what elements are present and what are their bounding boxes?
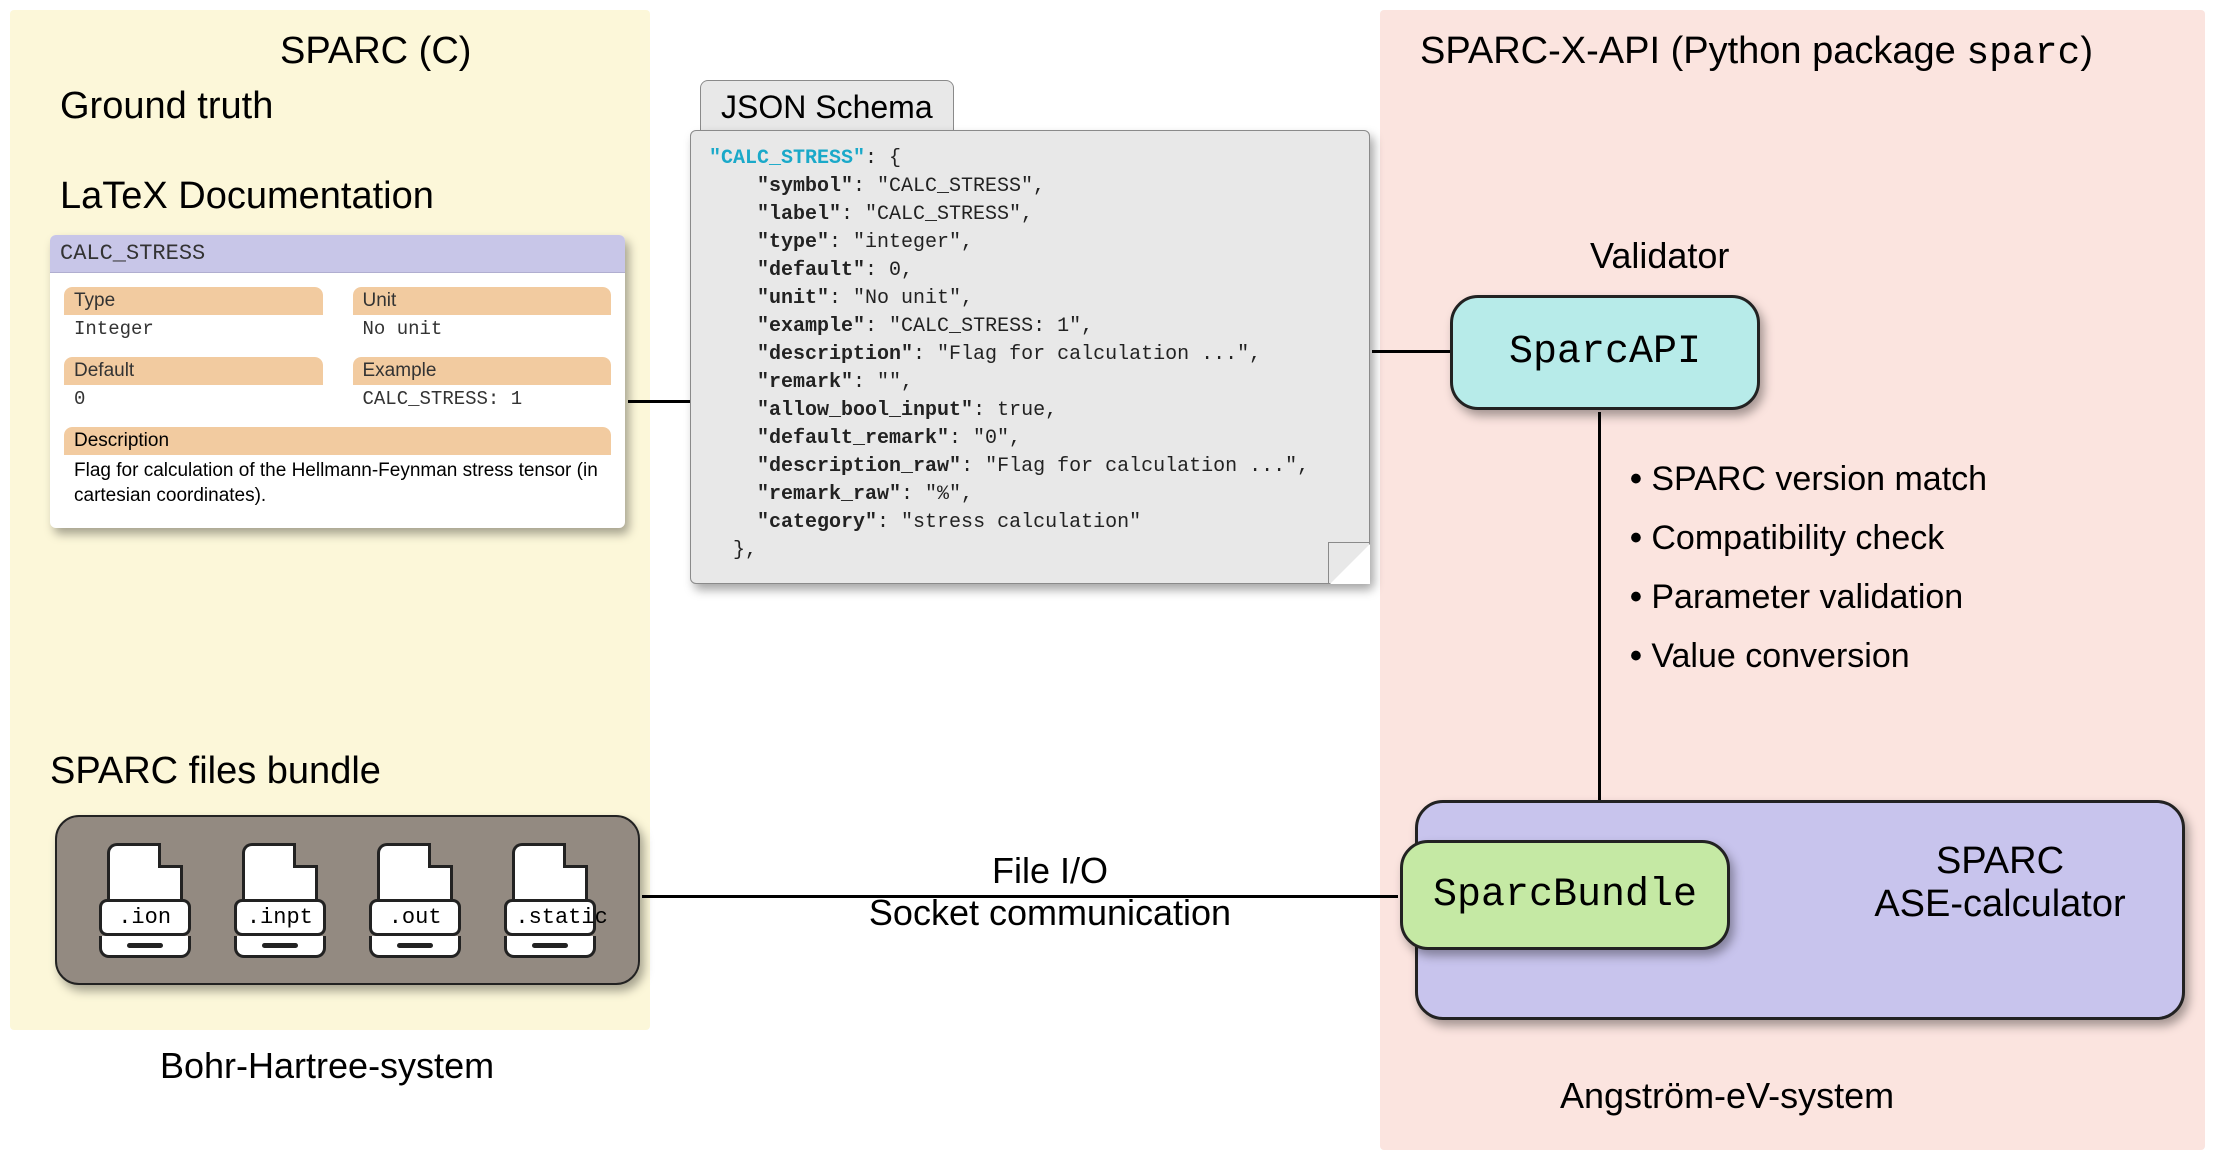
right-title-plain: SPARC-X-API (Python package — [1420, 30, 1966, 72]
file-icon — [242, 843, 318, 899]
json-schema-content: "CALC_STRESS": { "symbol": "CALC_STRESS"… — [709, 145, 1351, 565]
io-label-line1: File I/O — [992, 850, 1108, 891]
ground-truth-label: Ground truth — [60, 85, 273, 128]
bullet-version-match: SPARC version match — [1630, 460, 1987, 499]
connector-latex-json — [628, 400, 690, 403]
file-item-inpt: .inpt — [234, 843, 326, 958]
latex-unit-label: Unit — [353, 287, 612, 315]
connector-json-api — [1372, 350, 1450, 353]
file-tray-icon — [99, 936, 191, 958]
file-icon — [377, 843, 453, 899]
io-label-line2: Socket communication — [869, 892, 1231, 933]
latex-example-label: Example — [353, 357, 612, 385]
connector-api-calc-vert — [1598, 412, 1601, 800]
latex-description-field: Description Flag for calculation of the … — [64, 427, 611, 518]
file-ext-label: .out — [369, 899, 461, 936]
file-ext-label: .static — [504, 899, 596, 936]
bullet-validation: Parameter validation — [1630, 578, 1987, 617]
right-panel-title: SPARC-X-API (Python package sparc) — [1420, 30, 2093, 75]
file-item-static: .static — [504, 843, 596, 958]
left-panel-title: SPARC (C) — [280, 30, 471, 73]
angstrom-ev-label: Angström-eV-system — [1560, 1075, 1894, 1117]
file-tray-icon — [504, 936, 596, 958]
bullet-conversion: Value conversion — [1630, 637, 1987, 676]
file-tray-icon — [234, 936, 326, 958]
file-tray-icon — [369, 936, 461, 958]
file-ext-label: .inpt — [234, 899, 326, 936]
latex-type-value: Integer — [64, 315, 323, 343]
bohr-hartree-label: Bohr-Hartree-system — [160, 1045, 494, 1087]
json-schema-box: "CALC_STRESS": { "symbol": "CALC_STRESS"… — [690, 130, 1370, 584]
sparc-label-line2: ASE-calculator — [1874, 883, 2125, 925]
latex-default-label: Default — [64, 357, 323, 385]
right-title-mono: sparc — [1966, 32, 2080, 75]
sparc-files-bundle-box: .ion .inpt .out .static — [55, 815, 640, 985]
file-icon — [512, 843, 588, 899]
latex-example-field: Example CALC_STRESS: 1 — [353, 357, 612, 413]
file-icon — [107, 843, 183, 899]
json-schema-tab: JSON Schema — [700, 80, 954, 130]
ase-calculator-label: SPARC ASE-calculator — [1870, 840, 2130, 926]
latex-doc-heading: LaTeX Documentation — [60, 175, 434, 218]
latex-card-header: CALC_STRESS — [50, 235, 625, 273]
latex-default-field: Default 0 — [64, 357, 323, 413]
io-label: File I/O Socket communication — [800, 850, 1300, 934]
latex-description-value: Flag for calculation of the Hellmann-Fey… — [64, 455, 611, 518]
file-ext-label: .ion — [99, 899, 191, 936]
file-item-out: .out — [369, 843, 461, 958]
bullet-compatibility: Compatibility check — [1630, 519, 1987, 558]
file-item-ion: .ion — [99, 843, 191, 958]
sparc-files-bundle-heading: SPARC files bundle — [50, 750, 381, 793]
feature-bullets: SPARC version match Compatibility check … — [1630, 460, 1987, 696]
latex-default-value: 0 — [64, 385, 323, 413]
latex-description-label: Description — [64, 427, 611, 455]
right-title-close: ) — [2080, 30, 2093, 72]
latex-type-label: Type — [64, 287, 323, 315]
sparc-api-box: SparcAPI — [1450, 295, 1760, 410]
latex-unit-value: No unit — [353, 315, 612, 343]
sparc-bundle-box: SparcBundle — [1400, 840, 1730, 950]
validator-label: Validator — [1590, 235, 1729, 277]
latex-example-value: CALC_STRESS: 1 — [353, 385, 612, 413]
sparc-label-line1: SPARC — [1936, 840, 2064, 882]
latex-unit-field: Unit No unit — [353, 287, 612, 343]
latex-documentation-card: CALC_STRESS Type Integer Unit No unit De… — [50, 235, 625, 528]
latex-type-field: Type Integer — [64, 287, 323, 343]
